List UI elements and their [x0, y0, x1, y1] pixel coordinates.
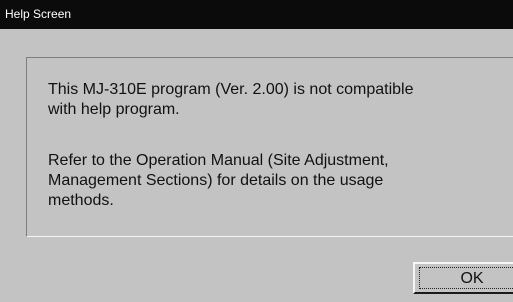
help-dialog: Help Screen This MJ-310E program (Ver. 2… — [0, 0, 513, 302]
message-paragraph-compatibility: This MJ-310E program (Ver. 2.00) is not … — [48, 81, 414, 118]
message-paragraph-manual-reference: Refer to the Operation Manual (Site Adju… — [48, 152, 389, 209]
ok-button-label: OK — [419, 267, 513, 289]
ok-button[interactable]: OK — [413, 262, 513, 294]
window-title: Help Screen — [5, 7, 72, 21]
title-bar[interactable]: Help Screen — [0, 0, 513, 29]
message-panel: This MJ-310E program (Ver. 2.00) is not … — [26, 57, 513, 237]
